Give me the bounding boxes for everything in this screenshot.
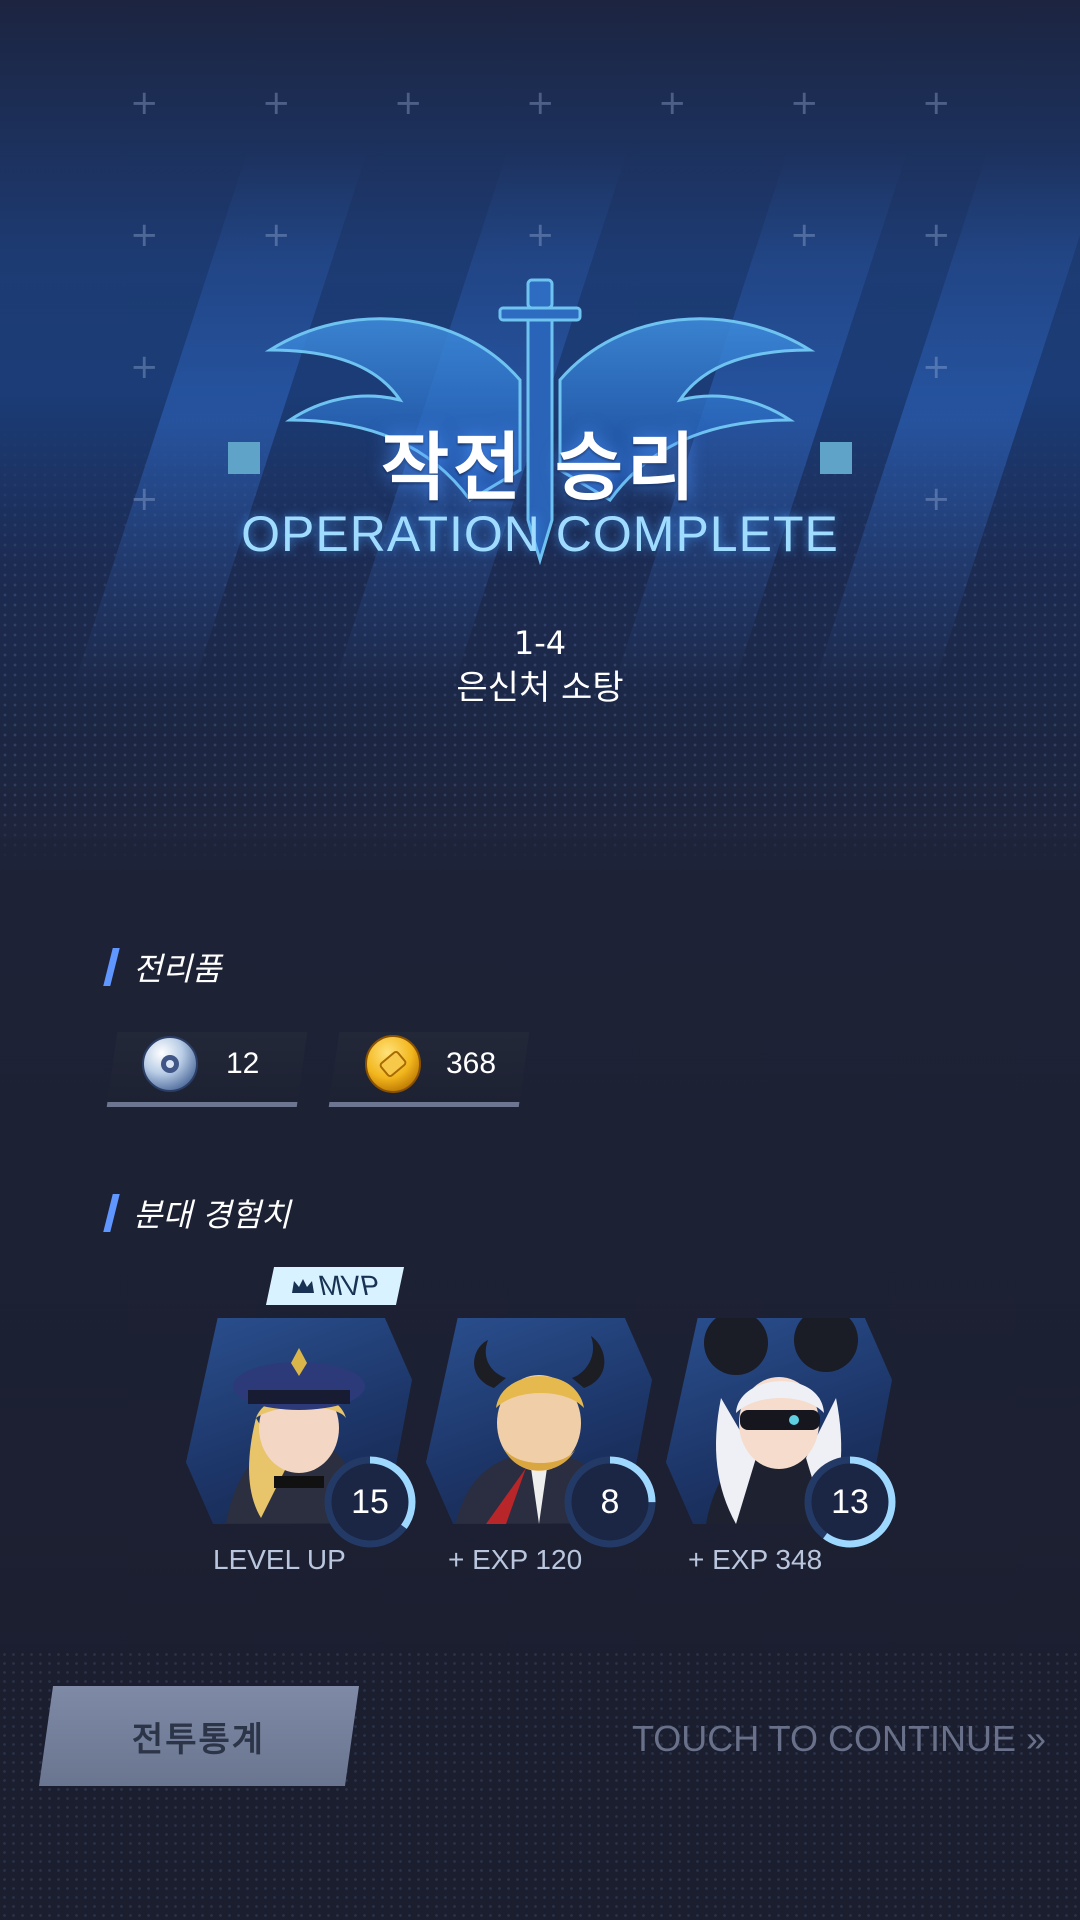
- plus-decoration: +: [922, 83, 951, 123]
- gold-coin-icon: [365, 1035, 421, 1093]
- battle-stats-button[interactable]: 전투통계: [38, 1686, 360, 1786]
- squad-member-portrait[interactable]: 13: [666, 1318, 896, 1548]
- plus-decoration: +: [526, 83, 555, 123]
- plus-decoration: +: [394, 83, 423, 123]
- squad-member-portrait[interactable]: 15: [186, 1318, 416, 1548]
- exp-section-title: 분대 경험치: [103, 1190, 291, 1236]
- mvp-badge: MVP: [265, 1267, 405, 1305]
- plus-decoration: +: [922, 215, 951, 255]
- member-level: 13: [831, 1482, 869, 1521]
- disc-icon: [142, 1036, 198, 1092]
- stage-name: 은신처 소탕: [456, 668, 624, 708]
- result-title: 작전 승리: [380, 425, 700, 511]
- plus-decoration: +: [130, 215, 159, 255]
- disc-count: 12: [226, 1047, 260, 1080]
- gold-count: 368: [446, 1047, 497, 1080]
- member-result: LEVEL UP: [213, 1544, 346, 1575]
- plus-decoration: +: [526, 215, 555, 255]
- mvp-label: MVP: [315, 1270, 383, 1301]
- member-level: 8: [600, 1482, 620, 1521]
- member-result: + EXP 120: [448, 1544, 583, 1575]
- touch-to-continue[interactable]: TOUCH TO CONTINUE »: [600, 1718, 1046, 1760]
- plus-decoration: +: [790, 83, 819, 123]
- member-level: 15: [351, 1482, 389, 1521]
- plus-decoration: +: [790, 215, 819, 255]
- plus-decoration: +: [262, 83, 291, 123]
- member-result: + EXP 348: [688, 1544, 823, 1575]
- squad-member-portrait[interactable]: 8: [426, 1318, 656, 1548]
- exp-section-label: 분대 경험치: [133, 1196, 291, 1234]
- stage-number: 1-4: [513, 624, 567, 662]
- loot-section-title: 전리품: [103, 944, 222, 990]
- plus-decoration: +: [262, 215, 291, 255]
- battle-stats-label: 전투통계: [132, 1719, 266, 1760]
- reward-item-disc[interactable]: 12: [140, 1024, 259, 1104]
- plus-decoration: +: [658, 83, 687, 123]
- crown-icon: [291, 1279, 314, 1293]
- plus-decoration: +: [130, 83, 159, 123]
- plus-decoration: +: [922, 347, 951, 387]
- plus-decoration: +: [130, 347, 159, 387]
- reward-item-gold[interactable]: 368: [364, 1024, 496, 1104]
- loot-section-label: 전리품: [133, 950, 222, 988]
- result-subtitle: OPERATION COMPLETE: [241, 506, 839, 562]
